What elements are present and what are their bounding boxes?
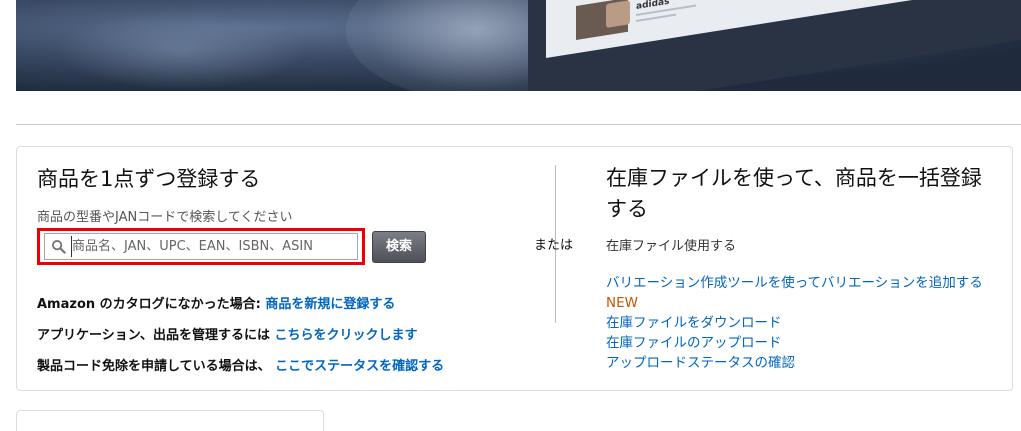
- not-in-catalog-row: Amazon のカタログになかった場合: 商品を新規に登録する: [37, 293, 395, 312]
- bottom-panel-edge: [16, 410, 324, 431]
- upload-status-link[interactable]: アップロードステータスの確認: [606, 353, 1001, 373]
- row-text: Amazon のカタログになかった場合:: [37, 297, 266, 312]
- or-label: または: [534, 238, 574, 253]
- bulk-add-title: 在庫ファイルを使って、商品を一括登録する: [606, 166, 982, 221]
- variation-tool-link[interactable]: バリエーション作成ツールを使ってバリエーションを追加する: [606, 275, 983, 291]
- bulk-subtitle: 在庫ファイル使用する: [606, 239, 737, 254]
- hero-blur: [56, 10, 306, 90]
- click-here-link[interactable]: こちらをクリックします: [275, 328, 418, 343]
- upload-inventory-file-link[interactable]: 在庫ファイルのアップロード: [606, 333, 1001, 353]
- exemption-status-row: 製品コード免除を申請している場合は、 ここでステータスを確認する: [37, 355, 444, 374]
- search-button[interactable]: 検索: [372, 231, 426, 263]
- new-badge: NEW: [606, 295, 638, 311]
- variation-tool-item: バリエーション作成ツールを使ってバリエーションを追加する NEW: [606, 273, 1001, 313]
- hero-thumbnail-face: [606, 0, 630, 28]
- search-highlight-box: [37, 228, 365, 265]
- add-product-panel: 商品を1点ずつ登録する 商品の型番やJANコードで検索してください 検索 Ama…: [16, 146, 1013, 391]
- search-hint: 商品の型番やJANコードで検索してください: [37, 210, 293, 225]
- manage-applications-row: アプリケーション、出品を管理するには こちらをクリックします: [37, 324, 418, 343]
- section-divider: [16, 124, 1021, 125]
- download-inventory-file-link[interactable]: 在庫ファイルをダウンロード: [606, 313, 1001, 333]
- single-add-title: 商品を1点ずつ登録する: [37, 167, 261, 191]
- create-new-product-link[interactable]: 商品を新規に登録する: [265, 297, 395, 312]
- bulk-links: バリエーション作成ツールを使ってバリエーションを追加する NEW 在庫ファイルを…: [606, 273, 1001, 373]
- row-text: 製品コード免除を申請している場合は、: [37, 359, 276, 374]
- hero-banner: adidas: [16, 0, 1021, 91]
- check-status-link[interactable]: ここでステータスを確認する: [275, 359, 444, 374]
- row-text: アプリケーション、出品を管理するには: [37, 328, 275, 343]
